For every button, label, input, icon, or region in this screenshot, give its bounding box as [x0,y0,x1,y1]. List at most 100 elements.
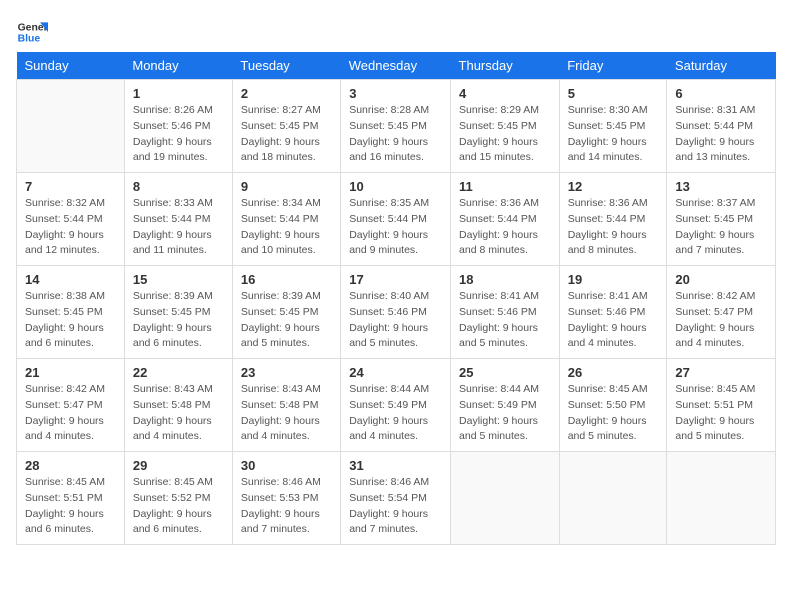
calendar-cell: 20 Sunrise: 8:42 AMSunset: 5:47 PMDayligh… [667,266,776,359]
day-of-week-header: Sunday [17,52,125,80]
calendar-cell: 7Sunrise: 8:32 AMSunset: 5:44 PMDaylight… [17,173,125,266]
day-of-week-header: Thursday [451,52,560,80]
day-info: Sunrise: 8:41 AMSunset: 5:46 PMDaylight:… [459,289,551,352]
day-number: 9 [241,179,332,194]
calendar-cell: 22 Sunrise: 8:43 AMSunset: 5:48 PMDayligh… [124,359,232,452]
calendar-cell: 29 Sunrise: 8:45 AMSunset: 5:52 PMDayligh… [124,452,232,545]
day-number: 22 [133,365,224,380]
day-info: Sunrise: 8:39 AMSunset: 5:45 PMDaylight:… [133,289,224,352]
calendar-cell: 24 Sunrise: 8:44 AMSunset: 5:49 PMDayligh… [341,359,451,452]
day-number: 13 [675,179,767,194]
day-info: Sunrise: 8:28 AMSunset: 5:45 PMDaylight:… [349,103,442,166]
calendar-cell: 17 Sunrise: 8:40 AMSunset: 5:46 PMDayligh… [341,266,451,359]
calendar-cell: 5 Sunrise: 8:30 AMSunset: 5:45 PMDaylight… [559,80,667,173]
logo: General Blue [16,16,52,48]
calendar-cell: 2 Sunrise: 8:27 AMSunset: 5:45 PMDaylight… [232,80,340,173]
day-info: Sunrise: 8:37 AMSunset: 5:45 PMDaylight:… [675,196,767,259]
day-of-week-header: Monday [124,52,232,80]
day-of-week-header: Saturday [667,52,776,80]
calendar-cell: 14Sunrise: 8:38 AMSunset: 5:45 PMDayligh… [17,266,125,359]
day-number: 12 [568,179,659,194]
day-number: 25 [459,365,551,380]
day-number: 30 [241,458,332,473]
day-info: Sunrise: 8:41 AMSunset: 5:46 PMDaylight:… [568,289,659,352]
day-info: Sunrise: 8:40 AMSunset: 5:46 PMDaylight:… [349,289,442,352]
day-info: Sunrise: 8:46 AMSunset: 5:54 PMDaylight:… [349,475,442,538]
calendar-cell [17,80,125,173]
calendar-cell: 21 Sunrise: 8:42 AMSunset: 5:47 PMDayligh… [17,359,125,452]
day-info: Sunrise: 8:33 AMSunset: 5:44 PMDaylight:… [133,196,224,259]
day-info: Sunrise: 8:35 AMSunset: 5:44 PMDaylight:… [349,196,442,259]
calendar-week-row: 7Sunrise: 8:32 AMSunset: 5:44 PMDaylight… [17,173,776,266]
day-number: 28 [25,458,116,473]
day-info: Sunrise: 8:36 AMSunset: 5:44 PMDaylight:… [568,196,659,259]
day-info: Sunrise: 8:43 AMSunset: 5:48 PMDaylight:… [133,382,224,445]
calendar-cell: 19 Sunrise: 8:41 AMSunset: 5:46 PMDayligh… [559,266,667,359]
calendar-cell: 16 Sunrise: 8:39 AMSunset: 5:45 PMDayligh… [232,266,340,359]
calendar-cell: 10 Sunrise: 8:35 AMSunset: 5:44 PMDayligh… [341,173,451,266]
day-info: Sunrise: 8:43 AMSunset: 5:48 PMDaylight:… [241,382,332,445]
day-number: 31 [349,458,442,473]
day-header-row: SundayMondayTuesdayWednesdayThursdayFrid… [17,52,776,80]
day-number: 16 [241,272,332,287]
day-number: 17 [349,272,442,287]
day-of-week-header: Wednesday [341,52,451,80]
day-number: 15 [133,272,224,287]
day-info: Sunrise: 8:34 AMSunset: 5:44 PMDaylight:… [241,196,332,259]
day-info: Sunrise: 8:42 AMSunset: 5:47 PMDaylight:… [675,289,767,352]
day-info: Sunrise: 8:27 AMSunset: 5:45 PMDaylight:… [241,103,332,166]
calendar-body: 1 Sunrise: 8:26 AMSunset: 5:46 PMDaylight… [17,80,776,545]
day-info: Sunrise: 8:42 AMSunset: 5:47 PMDaylight:… [25,382,116,445]
day-info: Sunrise: 8:29 AMSunset: 5:45 PMDaylight:… [459,103,551,166]
day-number: 11 [459,179,551,194]
calendar-cell: 30Sunrise: 8:46 AMSunset: 5:53 PMDayligh… [232,452,340,545]
day-of-week-header: Friday [559,52,667,80]
day-number: 14 [25,272,116,287]
day-number: 20 [675,272,767,287]
calendar-cell: 3 Sunrise: 8:28 AMSunset: 5:45 PMDaylight… [341,80,451,173]
day-info: Sunrise: 8:44 AMSunset: 5:49 PMDaylight:… [349,382,442,445]
day-number: 18 [459,272,551,287]
calendar-cell: 15 Sunrise: 8:39 AMSunset: 5:45 PMDayligh… [124,266,232,359]
calendar-cell: 8Sunrise: 8:33 AMSunset: 5:44 PMDaylight… [124,173,232,266]
calendar-cell: 27 Sunrise: 8:45 AMSunset: 5:51 PMDayligh… [667,359,776,452]
day-number: 29 [133,458,224,473]
calendar-week-row: 28Sunrise: 8:45 AMSunset: 5:51 PMDayligh… [17,452,776,545]
calendar-cell: 1 Sunrise: 8:26 AMSunset: 5:46 PMDaylight… [124,80,232,173]
day-info: Sunrise: 8:45 AMSunset: 5:52 PMDaylight:… [133,475,224,538]
day-number: 24 [349,365,442,380]
calendar-week-row: 1 Sunrise: 8:26 AMSunset: 5:46 PMDaylight… [17,80,776,173]
calendar-cell: 18 Sunrise: 8:41 AMSunset: 5:46 PMDayligh… [451,266,560,359]
day-info: Sunrise: 8:26 AMSunset: 5:46 PMDaylight:… [133,103,224,166]
day-number: 27 [675,365,767,380]
calendar-cell: 11Sunrise: 8:36 AMSunset: 5:44 PMDayligh… [451,173,560,266]
calendar-cell: 25Sunrise: 8:44 AMSunset: 5:49 PMDayligh… [451,359,560,452]
day-info: Sunrise: 8:39 AMSunset: 5:45 PMDaylight:… [241,289,332,352]
day-number: 2 [241,86,332,101]
header: General Blue [16,16,776,48]
calendar-cell: 6Sunrise: 8:31 AMSunset: 5:44 PMDaylight… [667,80,776,173]
calendar-cell: 26Sunrise: 8:45 AMSunset: 5:50 PMDayligh… [559,359,667,452]
logo-icon: General Blue [16,16,48,48]
day-number: 19 [568,272,659,287]
day-info: Sunrise: 8:32 AMSunset: 5:44 PMDaylight:… [25,196,116,259]
day-number: 21 [25,365,116,380]
calendar-cell: 23 Sunrise: 8:43 AMSunset: 5:48 PMDayligh… [232,359,340,452]
day-number: 5 [568,86,659,101]
calendar-cell [667,452,776,545]
calendar-table: SundayMondayTuesdayWednesdayThursdayFrid… [16,52,776,545]
svg-text:Blue: Blue [18,34,41,45]
day-number: 10 [349,179,442,194]
calendar-cell [451,452,560,545]
calendar-cell: 4Sunrise: 8:29 AMSunset: 5:45 PMDaylight… [451,80,560,173]
day-of-week-header: Tuesday [232,52,340,80]
day-number: 1 [133,86,224,101]
day-info: Sunrise: 8:30 AMSunset: 5:45 PMDaylight:… [568,103,659,166]
day-number: 23 [241,365,332,380]
calendar-week-row: 14Sunrise: 8:38 AMSunset: 5:45 PMDayligh… [17,266,776,359]
day-number: 3 [349,86,442,101]
calendar-cell: 28Sunrise: 8:45 AMSunset: 5:51 PMDayligh… [17,452,125,545]
calendar-cell: 31 Sunrise: 8:46 AMSunset: 5:54 PMDayligh… [341,452,451,545]
calendar-week-row: 21 Sunrise: 8:42 AMSunset: 5:47 PMDayligh… [17,359,776,452]
day-info: Sunrise: 8:45 AMSunset: 5:51 PMDaylight:… [675,382,767,445]
